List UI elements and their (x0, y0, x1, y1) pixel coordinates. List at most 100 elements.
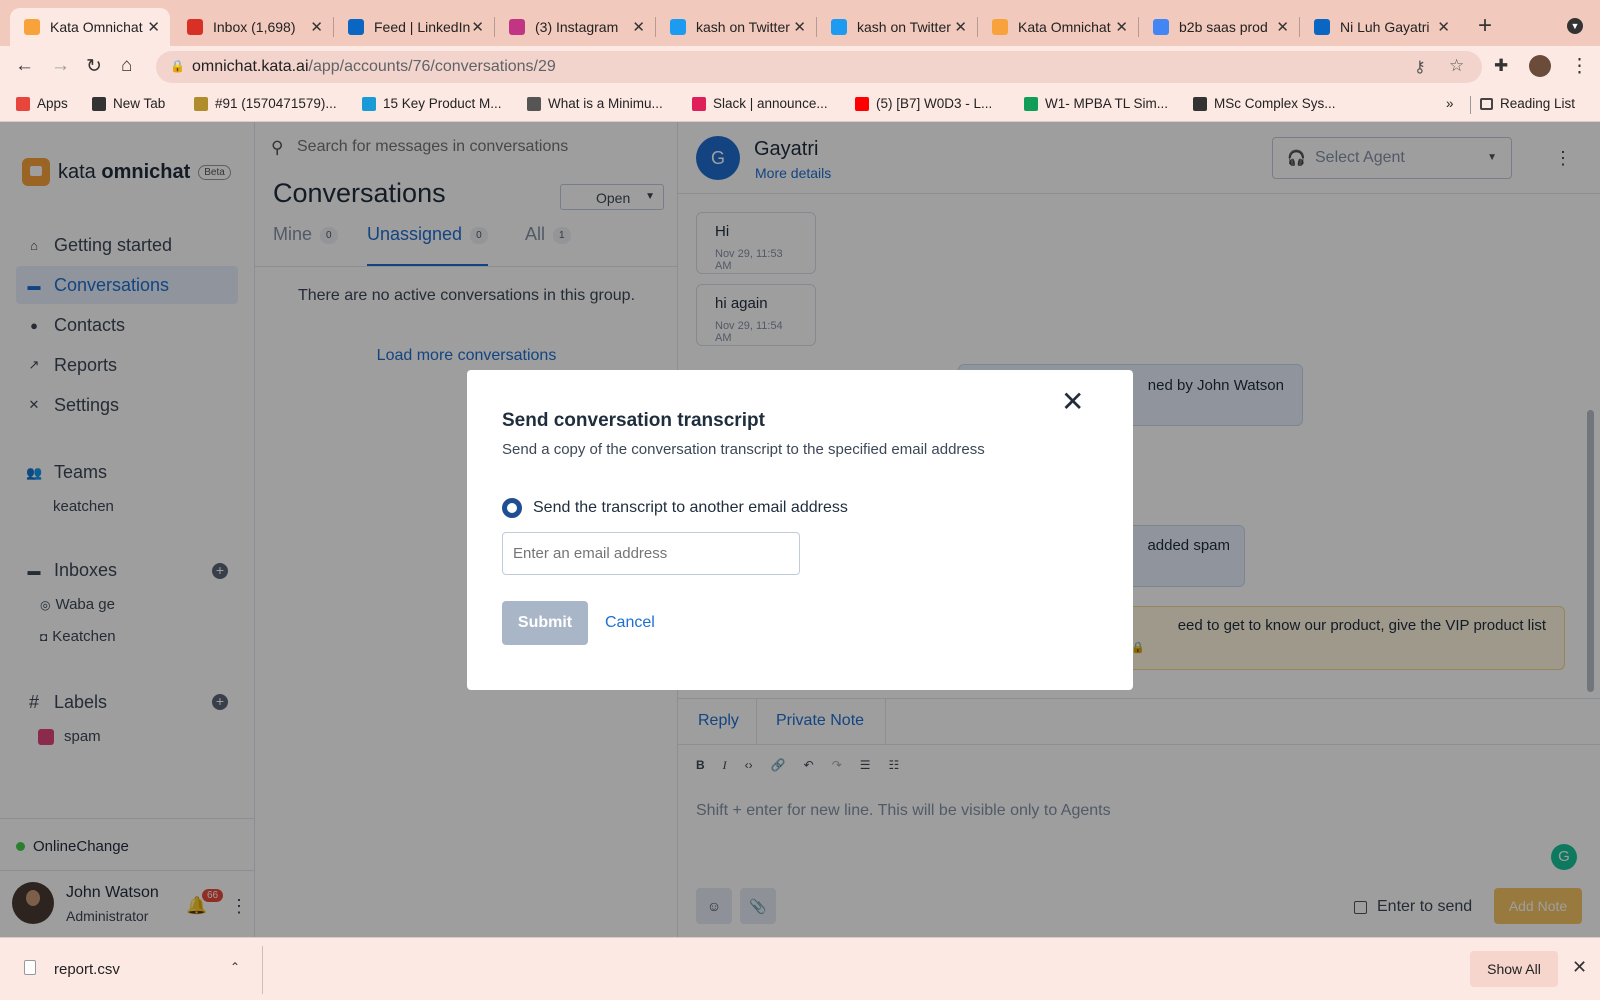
tab-title: b2b saas prod (1179, 19, 1268, 35)
close-tab-icon[interactable]: ✕ (1437, 18, 1450, 36)
close-tab-icon[interactable]: ✕ (1115, 18, 1128, 36)
apps-grid-icon (16, 96, 30, 111)
bookmark-label: #91 (1570471579)... (215, 96, 337, 111)
file-icon (24, 960, 36, 975)
email-field[interactable] (502, 532, 800, 575)
bookmark-favicon (527, 96, 541, 111)
bookmark-item[interactable]: New Tab (92, 96, 165, 111)
browser-tab[interactable]: kash on Twitter ✕ (817, 8, 977, 46)
url-path: /app/accounts/76/conversations/29 (308, 58, 556, 75)
password-key-icon[interactable]: ⚷ (1414, 57, 1426, 77)
bookmark-label: W1- MPBA TL Sim... (1045, 96, 1169, 111)
youtube-icon (855, 96, 869, 111)
tab-title: Kata Omnichat (1018, 19, 1111, 35)
close-tab-icon[interactable]: ✕ (1276, 18, 1289, 36)
reading-list-label: Reading List (1500, 96, 1576, 111)
browser-menu-icon[interactable]: ⋮ (1570, 55, 1589, 78)
bookmarks-bar: Apps New Tab #91 (1570471579)... 15 Key Pro… (0, 88, 1600, 122)
browser-tab[interactable]: Inbox (1,698) ✕ (173, 8, 333, 46)
bookmarks-divider (1470, 96, 1471, 114)
bookmark-label: MSc Complex Sys... (1214, 96, 1336, 111)
more-bookmarks[interactable]: » (1446, 96, 1454, 111)
other-email-radio[interactable]: Send the transcript to another email add… (502, 498, 848, 518)
tab-separator (1138, 17, 1139, 37)
tab-title: (3) Instagram (535, 19, 619, 35)
profile-avatar[interactable] (1529, 55, 1551, 77)
bookmark-favicon (1193, 96, 1207, 111)
bookmark-item[interactable]: #91 (1570471579)... (194, 96, 337, 111)
tab-separator (816, 17, 817, 37)
bookmark-label: (5) [B7] W0D3 - L... (876, 96, 993, 111)
bookmark-label: Apps (37, 96, 68, 111)
browser-tab[interactable]: (3) Instagram ✕ (495, 8, 655, 46)
linkedin-icon (1314, 19, 1330, 35)
submit-button[interactable]: Submit (502, 601, 588, 645)
close-tab-icon[interactable]: ✕ (471, 18, 484, 36)
bookmark-item[interactable]: What is a Minimu... (527, 96, 663, 111)
close-tab-icon[interactable]: ✕ (793, 18, 806, 36)
browser-tab[interactable]: b2b saas prod ✕ (1139, 8, 1299, 46)
browser-tab[interactable]: Kata Omnichat ✕ (10, 8, 170, 46)
tab-title: Kata Omnichat (50, 19, 143, 35)
download-divider (262, 946, 263, 994)
address-bar[interactable]: 🔒 omnichat.kata.ai/app/accounts/76/conve… (156, 51, 1482, 83)
tab-title: Feed | LinkedIn (374, 19, 471, 35)
cancel-button[interactable]: Cancel (605, 614, 655, 632)
reading-list[interactable]: Reading List (1480, 96, 1575, 111)
google-icon (1153, 19, 1169, 35)
bookmark-item[interactable]: W1- MPBA TL Sim... (1024, 96, 1168, 111)
show-all-downloads-button[interactable]: Show All (1470, 951, 1558, 987)
tab-separator (333, 17, 334, 37)
browser-tab-strip: Kata Omnichat ✕ Inbox (1,698) ✕ Feed | Linke… (0, 0, 1600, 46)
tab-separator (977, 17, 978, 37)
tab-title: kash on Twitter (857, 19, 951, 35)
bookmark-label: New Tab (113, 96, 166, 111)
bookmark-favicon (362, 96, 376, 111)
bookmark-favicon (194, 96, 208, 111)
close-tab-icon[interactable]: ✕ (632, 18, 645, 36)
tab-separator (494, 17, 495, 37)
tab-separator (1299, 17, 1300, 37)
home-icon[interactable]: ⌂ (121, 55, 132, 77)
chevron-up-icon[interactable]: ⌃ (230, 960, 240, 974)
downloaded-file-name[interactable]: report.csv (54, 961, 120, 978)
tab-title: Ni Luh Gayatri (1340, 19, 1430, 35)
radio-selected-icon[interactable] (502, 498, 522, 518)
forward-arrow-icon[interactable]: → (51, 55, 70, 77)
bookmark-label: Slack | announce... (713, 96, 828, 111)
close-tab-icon[interactable]: ✕ (147, 18, 160, 36)
radio-label: Send the transcript to another email add… (533, 499, 848, 516)
close-tab-icon[interactable]: ✕ (310, 18, 323, 36)
instagram-icon (509, 19, 525, 35)
linkedin-icon (348, 19, 364, 35)
bookmark-item[interactable]: Slack | announce... (692, 96, 828, 111)
modal-description: Send a copy of the conversation transcri… (502, 441, 985, 458)
tab-title: kash on Twitter (696, 19, 790, 35)
bookmark-item[interactable]: MSc Complex Sys... (1193, 96, 1336, 111)
extensions-icon[interactable]: ✚ (1494, 56, 1508, 76)
bookmark-item[interactable]: 15 Key Product M... (362, 96, 502, 111)
browser-tab[interactable]: Ni Luh Gayatri ✕ (1300, 8, 1460, 46)
bookmark-star-icon[interactable]: ☆ (1449, 56, 1464, 76)
kata-icon (992, 19, 1008, 35)
gmail-icon (187, 19, 203, 35)
browser-tab[interactable]: Feed | LinkedIn ✕ (334, 8, 494, 46)
bookmark-label: What is a Minimu... (548, 96, 663, 111)
sheets-icon (1024, 96, 1038, 111)
slack-icon (692, 96, 706, 111)
close-download-bar-icon[interactable]: ✕ (1572, 957, 1587, 978)
bookmark-item[interactable]: Apps (16, 96, 68, 111)
bookmark-label: 15 Key Product M... (383, 96, 502, 111)
browser-tab[interactable]: Kata Omnichat ✕ (978, 8, 1138, 46)
bookmark-item[interactable]: (5) [B7] W0D3 - L... (855, 96, 992, 111)
new-tab-button[interactable]: + (1478, 12, 1492, 40)
send-transcript-modal: ✕ Send conversation transcript Send a co… (467, 370, 1133, 690)
browser-tab[interactable]: kash on Twitter ✕ (656, 8, 816, 46)
back-arrow-icon[interactable]: ← (15, 55, 34, 77)
close-icon[interactable]: ✕ (1061, 388, 1084, 416)
twitter-icon (670, 19, 686, 35)
close-tab-icon[interactable]: ✕ (954, 18, 967, 36)
reload-icon[interactable]: ↻ (86, 55, 102, 78)
download-bar: report.csv ⌃ Show All ✕ (0, 937, 1600, 1000)
tab-search-icon[interactable]: ▼ (1567, 18, 1583, 34)
